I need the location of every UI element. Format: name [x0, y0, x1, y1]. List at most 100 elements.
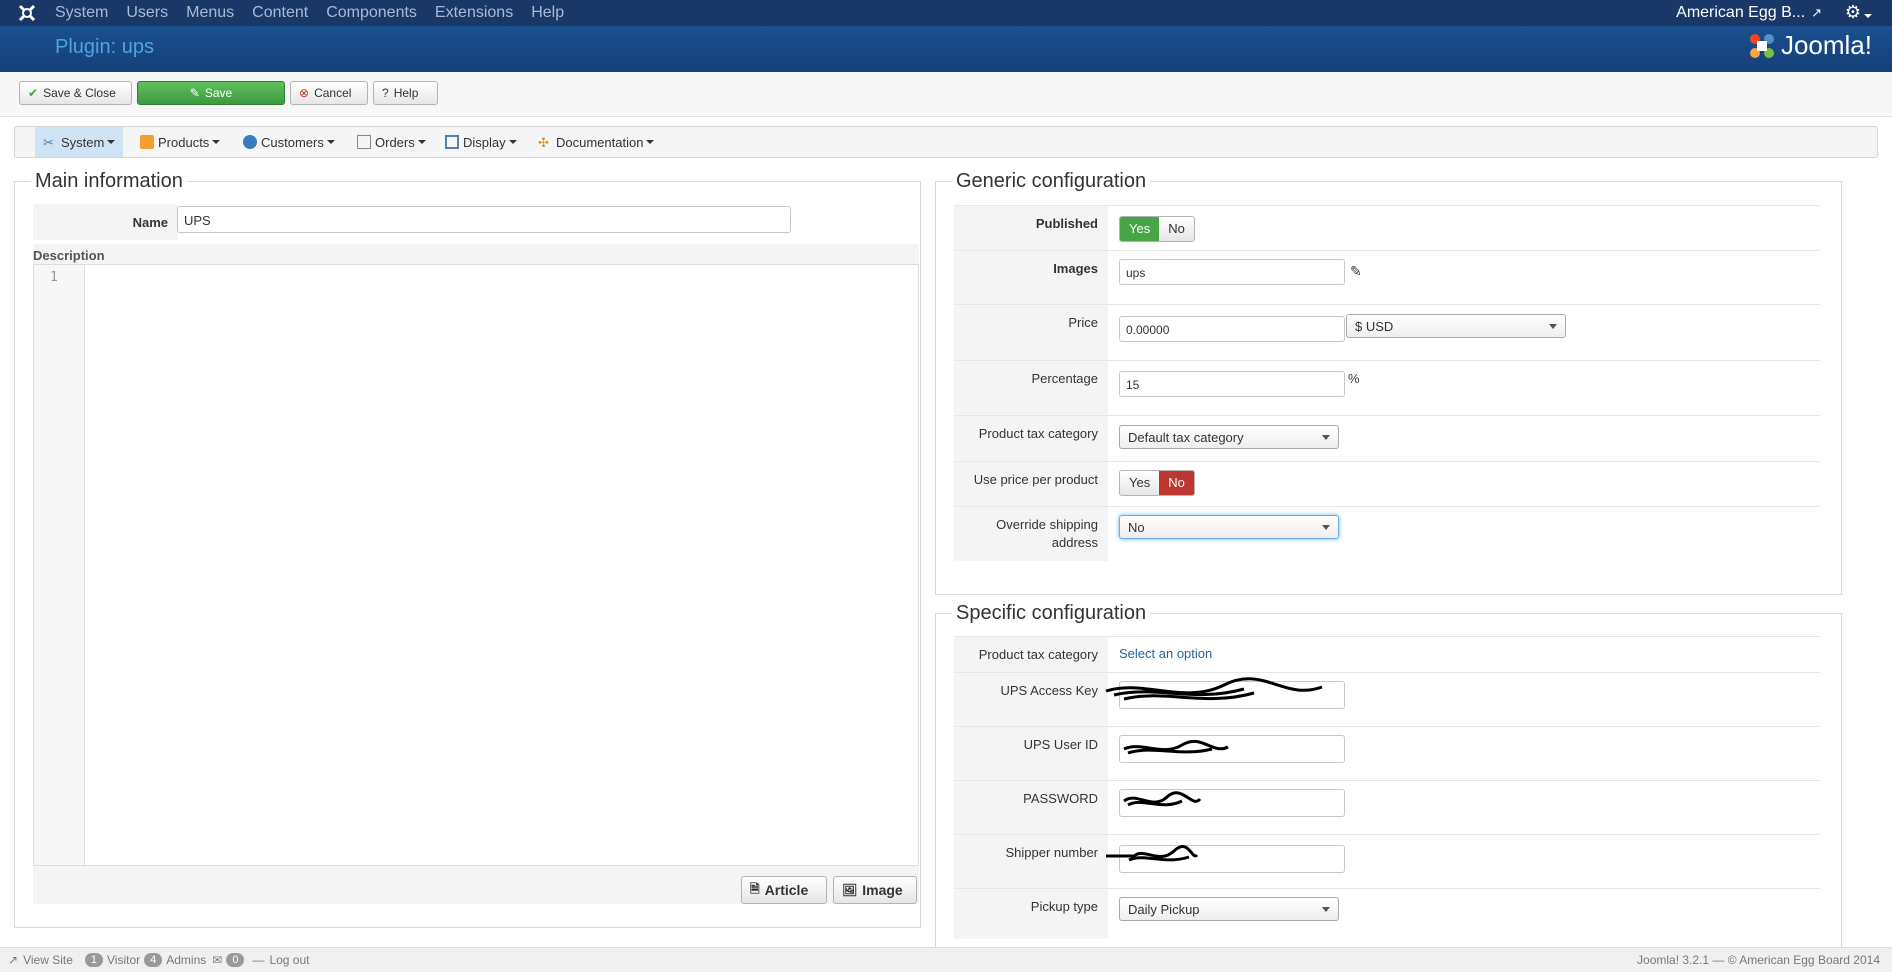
- price-input[interactable]: 0.00000: [1119, 316, 1345, 342]
- price-per-product-row: Use price per product Yes No: [954, 461, 1820, 507]
- price-per-product-yes[interactable]: Yes: [1120, 471, 1160, 495]
- published-toggle[interactable]: Yes No: [1119, 216, 1195, 242]
- tab-documentation-label: Documentation: [556, 134, 644, 150]
- cancel-button[interactable]: ⊗ Cancel: [290, 81, 368, 105]
- tab-customers-label: Customers: [261, 134, 324, 150]
- line-number: 1: [50, 270, 58, 285]
- override-select[interactable]: No: [1119, 515, 1339, 539]
- cancel-label: Cancel: [314, 86, 352, 100]
- save-close-button[interactable]: ✔ Save & Close: [19, 81, 132, 105]
- joomla-logo-icon[interactable]: [16, 2, 38, 24]
- images-row: Images ups ✎: [954, 250, 1820, 305]
- edit-icon: ✎: [189, 86, 200, 100]
- redaction-scribble: [1123, 739, 1229, 755]
- status-bar: ↗ View Site 1 Visitor 4 Admins ✉ 0 — Log…: [0, 947, 1892, 972]
- orders-icon: [357, 135, 371, 149]
- joomla-brand: Joomla!: [1747, 30, 1872, 61]
- chevron-down-icon: [1322, 435, 1330, 440]
- customers-icon: [243, 135, 257, 149]
- password-label: PASSWORD: [954, 781, 1108, 835]
- price-per-product-toggle[interactable]: Yes No: [1119, 470, 1195, 496]
- tab-system[interactable]: ✂ System: [35, 127, 124, 157]
- tab-display-label: Display: [463, 134, 506, 150]
- chevron-down-icon: [1322, 525, 1330, 530]
- override-value: No: [1128, 520, 1145, 535]
- top-menu-components[interactable]: Components: [326, 4, 417, 22]
- pickup-select[interactable]: Daily Pickup: [1119, 897, 1339, 921]
- pickup-label: Pickup type: [954, 889, 1108, 939]
- pencil-icon[interactable]: ✎: [1350, 263, 1362, 280]
- version-text: Joomla! 3.2.1 — © American Egg Board 201…: [1637, 953, 1880, 967]
- image-button[interactable]: 🖼 Image: [833, 876, 917, 904]
- tab-customers[interactable]: Customers: [243, 127, 335, 157]
- logout-link[interactable]: Log out: [269, 953, 309, 967]
- top-menu-extensions[interactable]: Extensions: [435, 4, 513, 22]
- help-label: Help: [393, 86, 419, 100]
- override-row: Override shipping address No: [954, 506, 1820, 561]
- help-button[interactable]: ? Help: [373, 81, 438, 105]
- top-menu-menus[interactable]: Menus: [186, 4, 234, 22]
- top-menu-help[interactable]: Help: [531, 4, 564, 22]
- price-label: Price: [954, 305, 1108, 361]
- description-label: Description: [33, 248, 105, 263]
- pickup-value: Daily Pickup: [1128, 902, 1200, 917]
- generic-configuration-panel: Generic configuration Published Yes No I…: [935, 170, 1842, 595]
- tab-products-label: Products: [158, 134, 210, 150]
- messages-badge[interactable]: 0: [226, 953, 245, 967]
- name-label-cell: Name: [33, 204, 178, 240]
- currency-value: $ USD: [1355, 319, 1394, 334]
- tab-documentation[interactable]: ✣ Documentation: [538, 127, 655, 157]
- pickup-row: Pickup type Daily Pickup: [954, 888, 1820, 939]
- main-information-legend: Main information: [31, 170, 187, 193]
- published-yes[interactable]: Yes: [1120, 217, 1160, 241]
- shipper-row: Shipper number: [954, 834, 1820, 889]
- site-link[interactable]: American Egg B... ↗: [1676, 0, 1822, 26]
- main-information-panel: Main information Name UPS Description 1 …: [14, 170, 921, 928]
- visitors-badge: 1: [84, 953, 103, 967]
- article-button[interactable]: 🗎 Article: [741, 876, 827, 904]
- percentage-label: Percentage: [954, 361, 1108, 416]
- tab-products[interactable]: Products: [140, 127, 221, 157]
- top-nav: System Users Menus Content Components Ex…: [0, 0, 1892, 26]
- editor-gutter: 1: [34, 265, 85, 865]
- password-row: PASSWORD: [954, 780, 1820, 835]
- save-label: Save: [204, 86, 233, 100]
- generic-configuration-legend: Generic configuration: [952, 170, 1151, 193]
- images-input[interactable]: ups: [1119, 259, 1345, 285]
- specific-tax-label: Product tax category: [954, 637, 1108, 673]
- shipper-label: Shipper number: [954, 835, 1108, 889]
- percentage-input[interactable]: 15: [1119, 371, 1345, 397]
- percentage-row: Percentage 15 %: [954, 360, 1820, 416]
- top-menu-content[interactable]: Content: [252, 4, 308, 22]
- tab-display[interactable]: Display: [445, 127, 517, 157]
- save-close-label: Save & Close: [43, 86, 116, 100]
- select-option-link[interactable]: Select an option: [1119, 646, 1212, 661]
- image-label: Image: [862, 882, 903, 898]
- images-label: Images: [954, 251, 1108, 305]
- view-site-icon: ↗: [8, 953, 19, 967]
- cancel-icon: ⊗: [299, 86, 310, 100]
- joomla-brand-icon: [1749, 33, 1774, 58]
- save-button[interactable]: ✎ Save: [137, 81, 285, 105]
- name-input[interactable]: UPS: [177, 206, 791, 233]
- site-name[interactable]: American Egg B...: [1676, 4, 1805, 22]
- top-menu-users[interactable]: Users: [126, 4, 168, 22]
- published-no[interactable]: No: [1159, 217, 1194, 241]
- currency-select[interactable]: $ USD: [1346, 314, 1566, 338]
- view-site-link[interactable]: View Site: [23, 953, 73, 967]
- tab-orders[interactable]: Orders: [357, 127, 426, 157]
- price-per-product-no[interactable]: No: [1159, 471, 1194, 495]
- description-editor[interactable]: 1: [33, 264, 919, 866]
- chevron-down-icon: [1549, 324, 1557, 329]
- access-key-label: UPS Access Key: [954, 673, 1108, 727]
- top-menu-system[interactable]: System: [55, 4, 108, 22]
- user-id-row: UPS User ID: [954, 726, 1820, 781]
- display-icon: [445, 135, 459, 149]
- gear-icon[interactable]: ⚙: [1845, 2, 1872, 23]
- tax-select[interactable]: Default tax category: [1119, 425, 1339, 449]
- chevron-down-icon: [1322, 907, 1330, 912]
- tab-system-label: System: [61, 134, 105, 150]
- logout-icon: —: [252, 953, 265, 967]
- tax-value: Default tax category: [1128, 430, 1244, 445]
- top-menu: System Users Menus Content Components Ex…: [55, 0, 582, 26]
